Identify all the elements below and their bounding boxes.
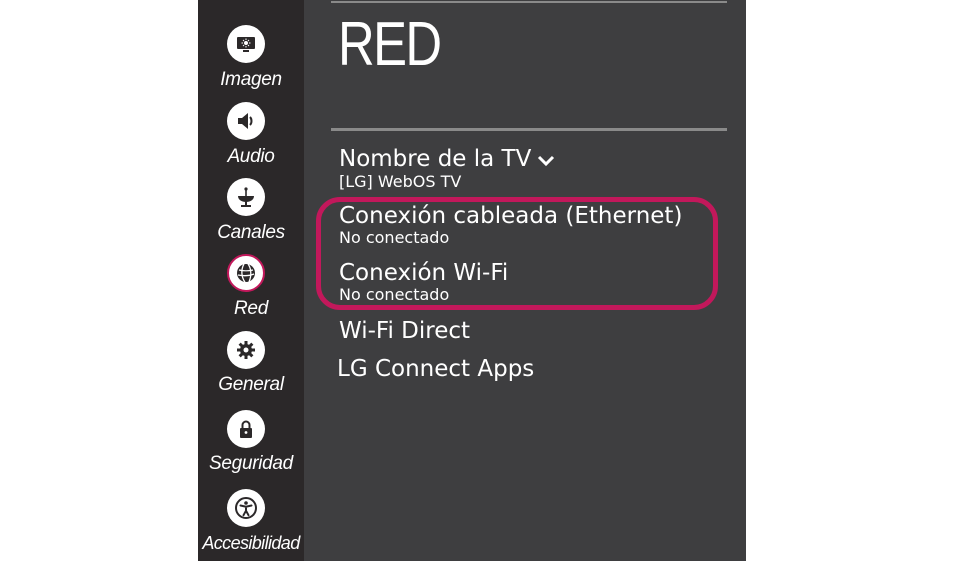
chevron-down-icon	[537, 147, 555, 173]
sidebar-item-label: General	[218, 374, 284, 395]
gear-icon	[227, 331, 265, 369]
menu-item-value: [LG] WebOS TV	[339, 171, 462, 191]
menu-item-wifi-direct[interactable]: Wi-Fi Direct	[339, 318, 470, 344]
antenna-icon	[227, 178, 265, 216]
top-divider	[331, 1, 727, 3]
network-globe-icon	[227, 254, 265, 292]
connection-highlight-box	[316, 197, 718, 310]
picture-icon	[227, 25, 265, 63]
accessibility-icon	[227, 489, 265, 527]
menu-item-lg-connect-apps[interactable]: LG Connect Apps	[337, 356, 534, 382]
page-title: RED	[338, 10, 442, 79]
speaker-icon	[227, 102, 265, 140]
menu-item-tv-name[interactable]: Nombre de la TV [LG] WebOS TV	[339, 146, 555, 191]
sidebar-item-label: Seguridad	[209, 453, 293, 474]
menu-item-label: LG Connect Apps	[337, 356, 535, 382]
sidebar-item-label: Canales	[217, 222, 285, 243]
settings-sidebar: Imagen Audio Canales Red General Segurid…	[198, 0, 304, 561]
sidebar-item-label: Imagen	[220, 69, 282, 90]
menu-item-label: Wi-Fi Direct	[339, 318, 471, 344]
sidebar-item-label: Red	[234, 298, 268, 319]
menu-item-label: Nombre de la TV	[339, 146, 532, 172]
lock-icon	[227, 410, 265, 448]
sidebar-item-label: Accesibilidad	[202, 533, 300, 553]
sidebar-item-label: Audio	[227, 146, 275, 167]
title-divider	[331, 128, 727, 131]
